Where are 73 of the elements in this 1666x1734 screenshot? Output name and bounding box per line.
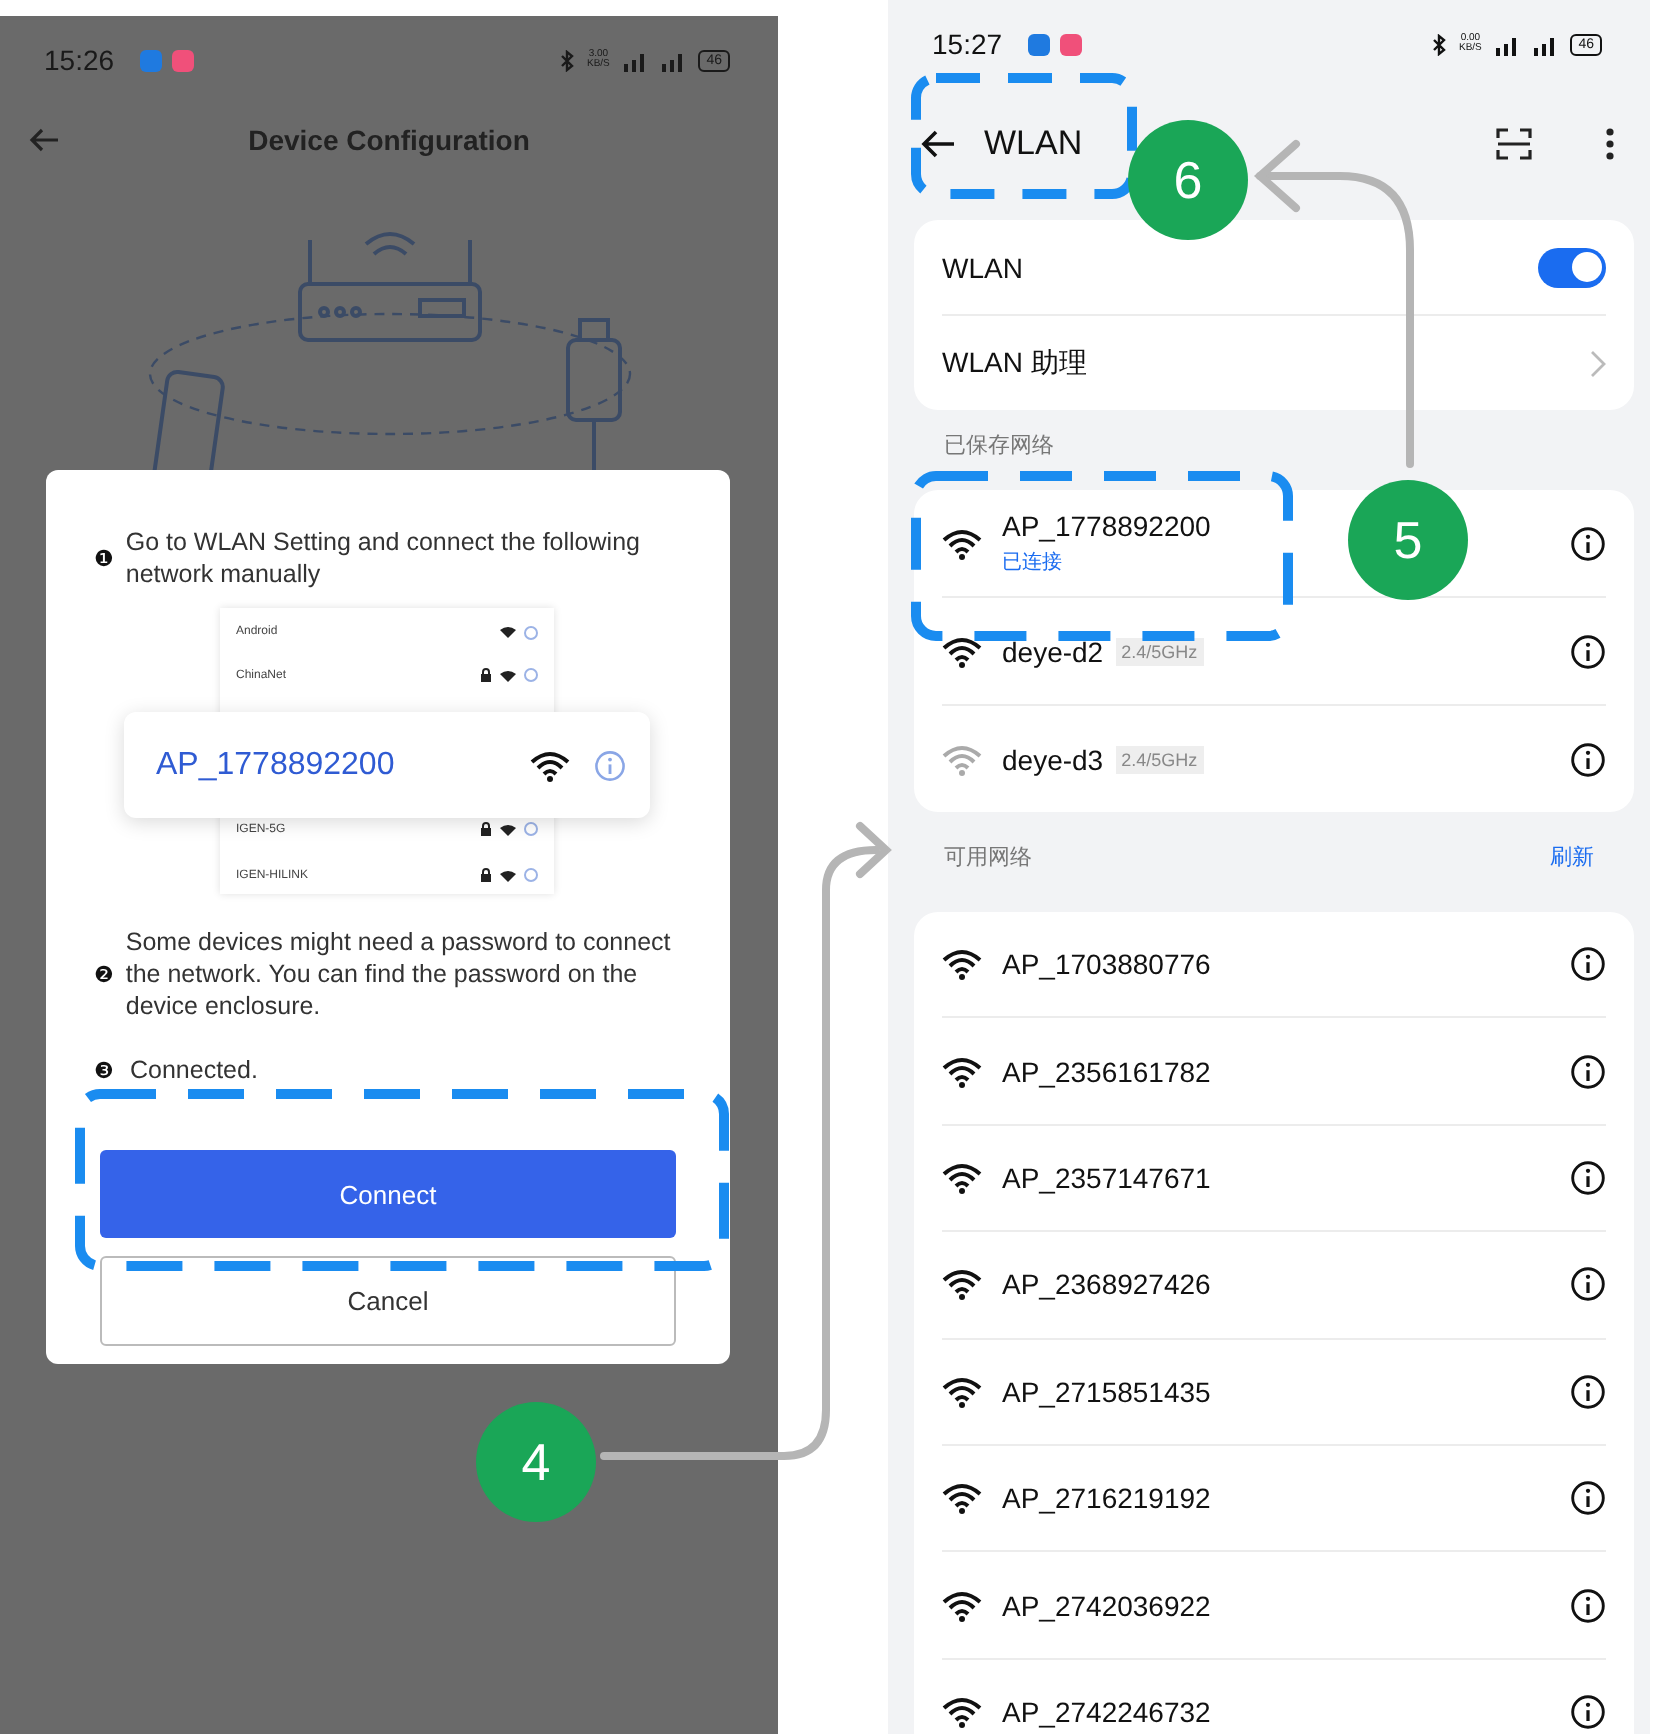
app-icon <box>140 49 163 71</box>
info-icon <box>524 625 538 639</box>
info-icon[interactable] <box>1570 1053 1606 1090</box>
more-icon[interactable] <box>1604 128 1616 160</box>
app-icon <box>1028 33 1051 55</box>
wifi-icon <box>942 1589 982 1622</box>
wifi-icon <box>500 669 516 681</box>
wifi-icon <box>942 1055 982 1088</box>
toggle-switch[interactable] <box>1538 247 1606 287</box>
step-text: Go to WLAN Setting and connect the following network manually <box>125 526 642 590</box>
network-name[interactable]: AP_2356161782 <box>1002 1055 1211 1088</box>
status-time: 15:26 <box>44 44 115 76</box>
setting-label: WLAN <box>942 251 1023 283</box>
info-icon[interactable] <box>1570 1587 1606 1624</box>
info-icon <box>524 868 538 882</box>
info-icon[interactable] <box>1570 1373 1606 1410</box>
network-name[interactable]: AP_2742246732 <box>1002 1695 1211 1728</box>
step-number: ❶ <box>94 545 114 571</box>
screen-title: WLAN <box>984 124 1083 164</box>
status-time: 15:27 <box>932 28 1003 60</box>
info-icon <box>524 822 538 836</box>
network-name[interactable]: AP_1703880776 <box>1002 948 1211 981</box>
step-number: ❸ <box>94 1057 116 1083</box>
wifi-icon <box>500 869 516 881</box>
step-number: ❷ <box>94 961 114 987</box>
wifi-icon <box>500 823 516 835</box>
band-tag: 2.4/5GHz <box>1115 637 1204 665</box>
info-icon[interactable] <box>1570 1693 1606 1730</box>
info-icon[interactable] <box>1570 1480 1606 1517</box>
info-icon[interactable] <box>1570 741 1606 777</box>
info-icon[interactable] <box>1570 1159 1606 1196</box>
wifi-icon <box>530 749 570 781</box>
connection-status: 已连接 <box>1002 549 1064 576</box>
setting-label: WLAN 助理 <box>942 345 1087 381</box>
wifi-icon <box>942 1375 982 1408</box>
network-name[interactable]: AP_2715851435 <box>1002 1375 1211 1408</box>
network-name[interactable]: AP_2716219192 <box>1002 1482 1211 1515</box>
app-icon <box>172 49 195 71</box>
app-icon <box>1060 33 1083 55</box>
bluetooth-icon <box>1432 33 1447 55</box>
network-name: AP_1778892200 <box>156 747 395 783</box>
step-text: Some devices might need a password to connect the network. You can find the password on the device enclosure. <box>125 926 673 1022</box>
wifi-icon <box>942 1482 982 1515</box>
network-name[interactable]: deye-d2 <box>1002 635 1104 667</box>
info-icon[interactable] <box>1570 525 1606 561</box>
section-label: 已保存网络 <box>944 431 1054 459</box>
wifi-icon <box>942 743 982 775</box>
back-arrow-icon[interactable] <box>920 130 956 158</box>
network-name[interactable]: deye-d3 <box>1002 743 1104 775</box>
wifi-icon <box>942 948 982 981</box>
scan-icon[interactable] <box>1496 128 1532 160</box>
refresh-link[interactable]: 刷新 <box>1550 841 1594 871</box>
wifi-icon <box>942 1695 982 1728</box>
network-name[interactable]: AP_2742036922 <box>1002 1589 1211 1622</box>
connect-button[interactable]: Connect <box>100 1150 676 1238</box>
wifi-icon <box>942 635 982 667</box>
wifi-icon <box>500 626 516 638</box>
network-name[interactable]: AP_2357147671 <box>1002 1161 1211 1194</box>
info-icon[interactable] <box>1570 946 1606 983</box>
wifi-icon <box>942 1161 982 1194</box>
info-icon[interactable] <box>1570 1266 1606 1303</box>
network-name[interactable]: AP_1778892200 <box>1002 510 1211 542</box>
cancel-button[interactable]: Cancel <box>100 1256 676 1346</box>
network-name[interactable]: AP_2368927426 <box>1002 1268 1211 1301</box>
info-icon <box>524 668 538 682</box>
wifi-icon <box>942 1268 982 1301</box>
wifi-icon <box>942 527 982 559</box>
section-label: 可用网络 <box>944 843 1032 871</box>
info-icon[interactable] <box>1570 633 1606 669</box>
band-tag: 2.4/5GHz <box>1115 745 1204 773</box>
screen-title: Device Configuration <box>246 124 532 156</box>
bluetooth-icon <box>560 49 575 71</box>
step-text: Connected. <box>130 1054 258 1086</box>
